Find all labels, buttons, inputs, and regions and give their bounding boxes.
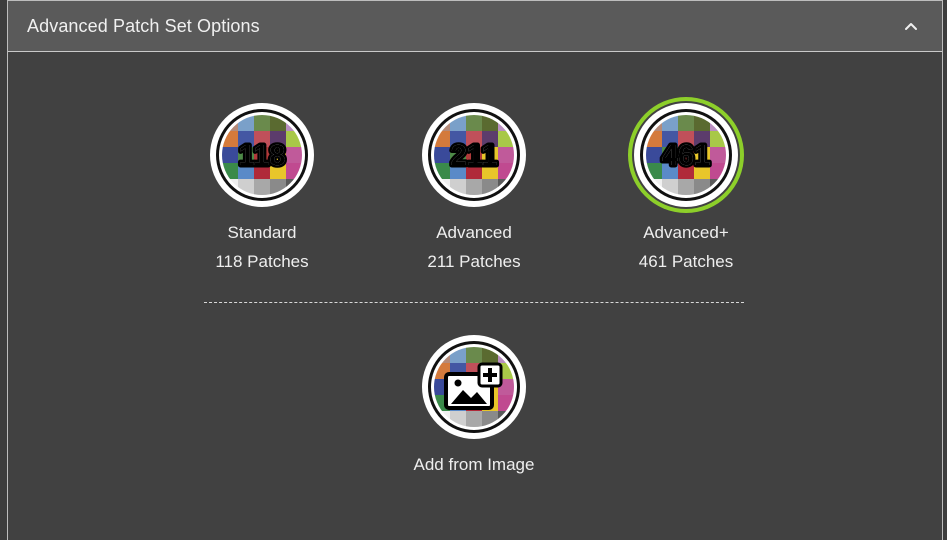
- chevron-up-icon[interactable]: [904, 19, 918, 33]
- patch-set-211-icon[interactable]: 211 211: [421, 102, 527, 208]
- panel-header[interactable]: Advanced Patch Set Options: [8, 1, 942, 52]
- option-standard[interactable]: 118 118 Standard 118 Patches: [172, 102, 352, 276]
- add-from-image-label: Add from Image: [413, 455, 535, 474]
- patch-set-461-icon[interactable]: 461 461: [627, 96, 745, 214]
- svg-text:211: 211: [451, 140, 498, 172]
- option-advanced-plus[interactable]: 461 461 Advanced+ 461 Patches: [596, 96, 776, 276]
- option-name: Standard: [227, 223, 297, 242]
- option-count: 211 Patches: [427, 252, 521, 271]
- svg-text:118: 118: [239, 140, 286, 172]
- option-name: Advanced: [436, 223, 512, 242]
- svg-text:461: 461: [662, 140, 710, 172]
- panel-title: Advanced Patch Set Options: [27, 16, 260, 36]
- patch-set-118-icon[interactable]: 118 118: [209, 102, 315, 208]
- add-from-image-option[interactable]: Add from Image: [384, 334, 564, 479]
- option-count: 118 Patches: [215, 252, 309, 271]
- add-image-icon[interactable]: [421, 334, 527, 440]
- section-divider: [204, 302, 744, 303]
- option-count: 461 Patches: [638, 252, 734, 271]
- option-advanced[interactable]: 211 211 Advanced 211 Patches: [384, 102, 564, 276]
- option-name: Advanced+: [643, 223, 729, 242]
